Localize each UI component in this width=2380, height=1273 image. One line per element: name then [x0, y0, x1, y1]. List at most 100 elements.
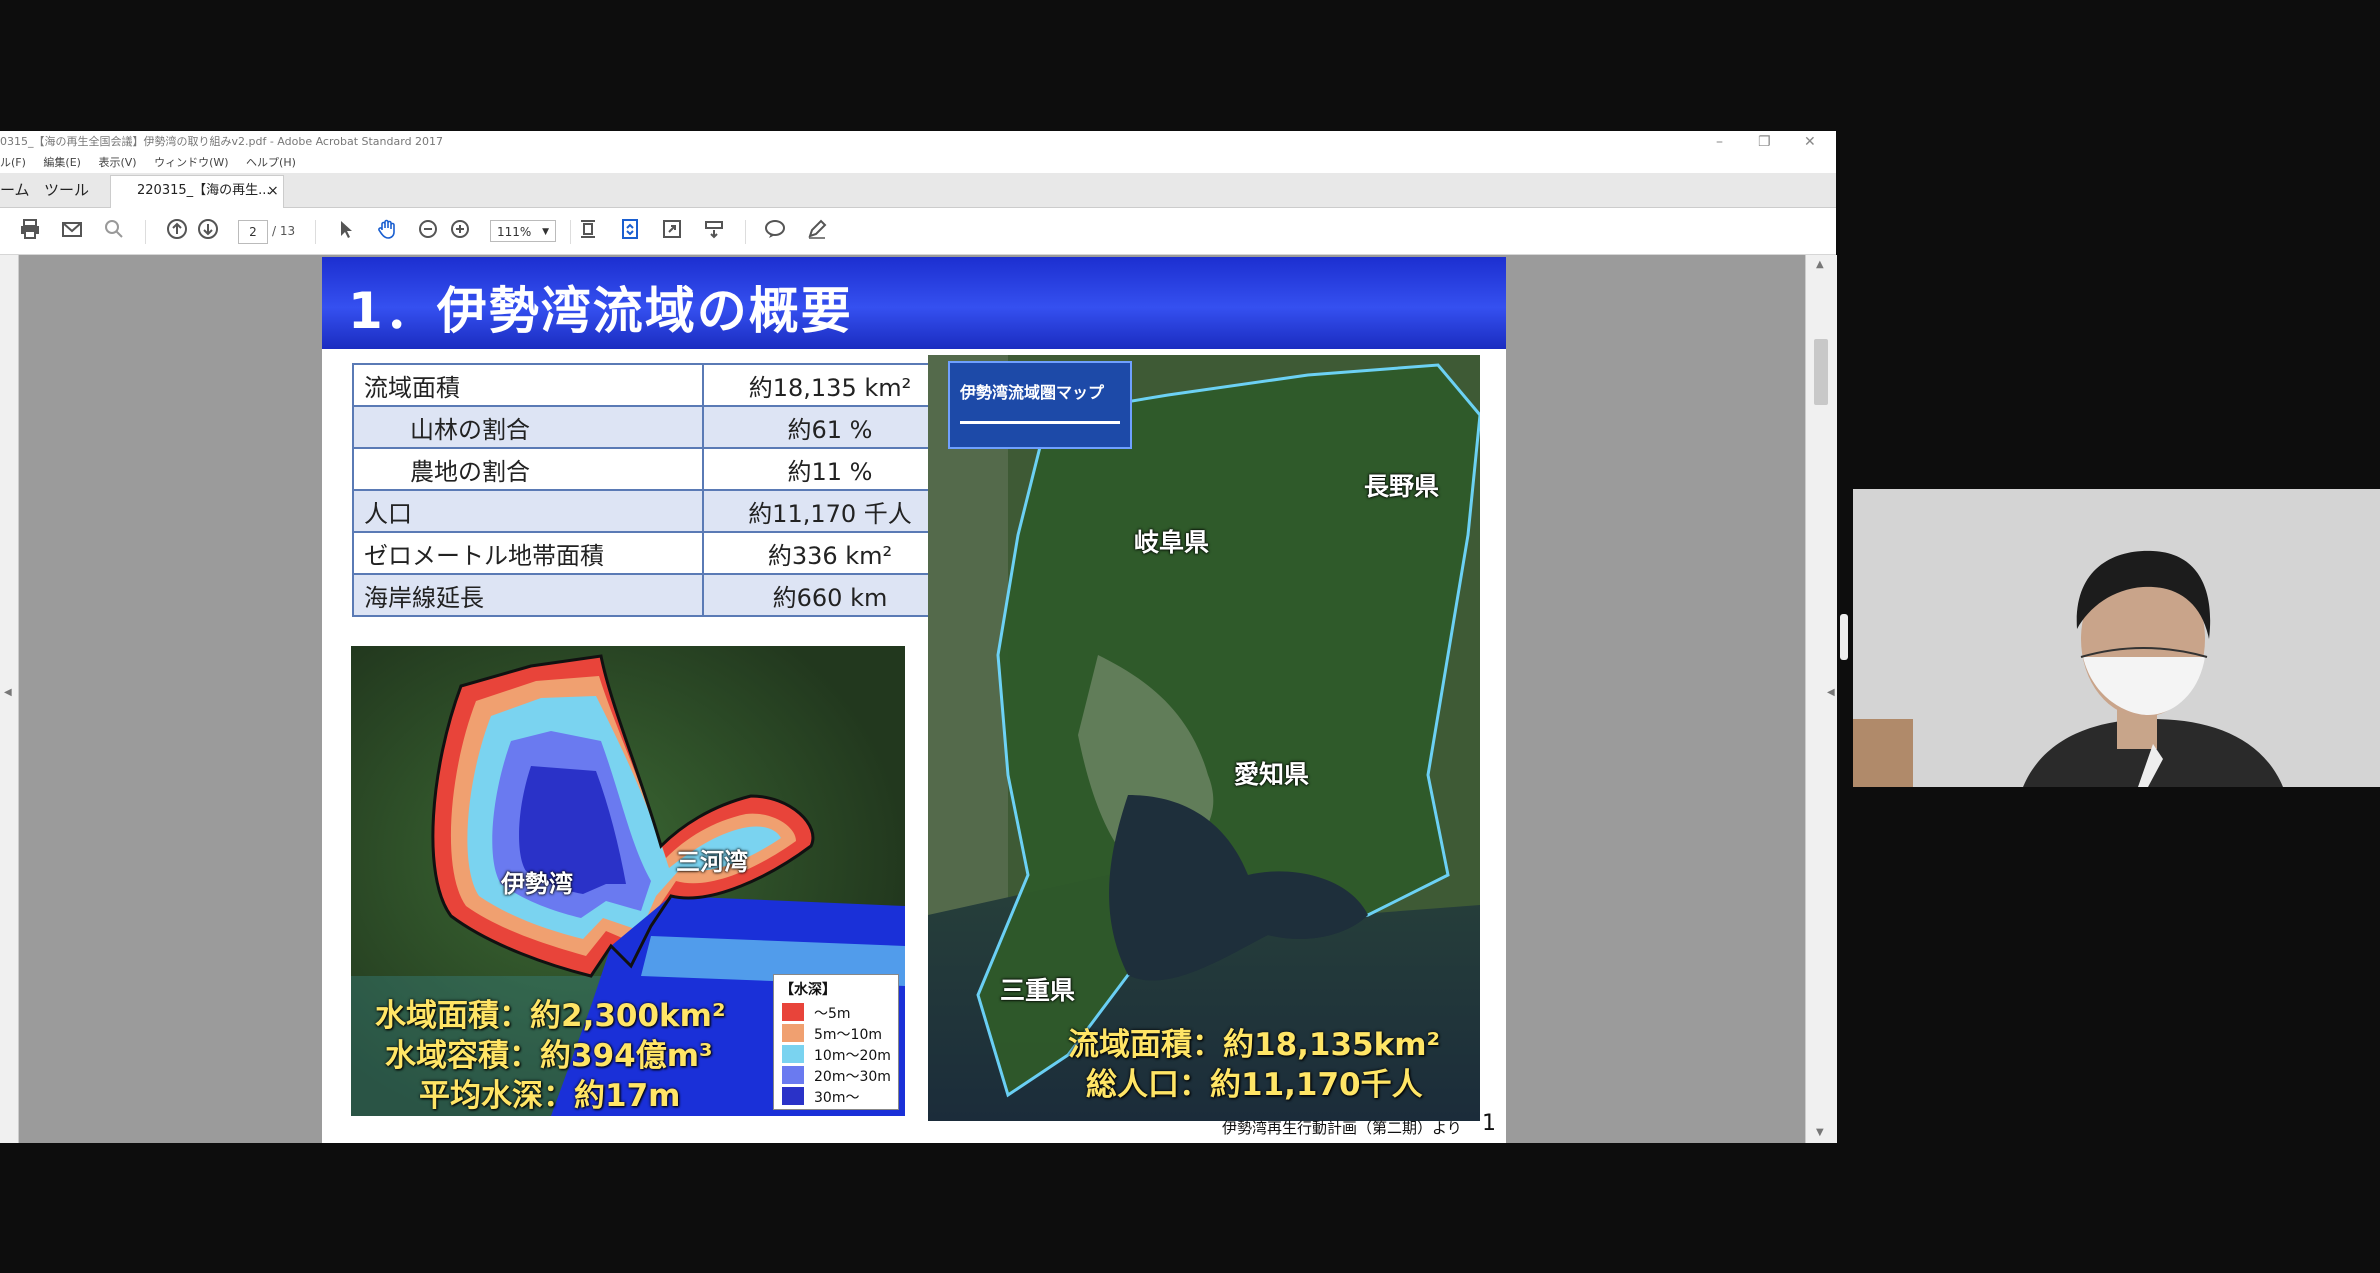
mie-label: 三重県	[1000, 976, 1076, 1005]
tab-tools[interactable]: ツール	[44, 173, 89, 207]
legend-label: 5m～10m	[814, 1027, 882, 1043]
page-number-input[interactable]: 2	[238, 220, 268, 244]
stats-label: 山林の割合	[352, 405, 704, 449]
separator	[145, 220, 146, 244]
basin-map: 伊勢湾流域圏マップ 岐阜県 長野県 愛知県 三重県 流域面積：約18,135km…	[928, 355, 1480, 1121]
close-window-button[interactable]: ✕	[1804, 131, 1816, 153]
email-icon[interactable]	[59, 218, 85, 244]
previous-page-icon[interactable]	[164, 218, 190, 244]
scroll-down-icon[interactable]: ▼	[1816, 1127, 1824, 1138]
webcam-video	[1853, 489, 2380, 787]
stats-value: 約61 %	[702, 405, 958, 449]
basin-map-badge-text: 伊勢湾流域圏マップ	[960, 383, 1105, 402]
legend-swatch	[782, 1045, 804, 1063]
legend-label: 20m～30m	[814, 1069, 891, 1085]
water-area-text: 水域面積：約2,300km²	[375, 998, 726, 1034]
legend-label: ～5m	[814, 1006, 851, 1022]
zoom-select[interactable]: 111% ▼	[490, 220, 556, 242]
document-viewer[interactable]: ◀ 1．伊勢湾流域の概要 流域面積 約18,135 km² 山林の割合 約61 % 農地…	[0, 255, 1837, 1143]
scale-bar	[960, 421, 1120, 424]
print-icon[interactable]	[17, 218, 43, 244]
stats-row: 農地の割合 約11 %	[352, 447, 958, 491]
zoom-value: 111%	[497, 225, 532, 239]
restore-button[interactable]: ❐	[1758, 131, 1771, 153]
full-screen-icon[interactable]	[659, 218, 685, 244]
panel-resize-handle[interactable]	[1840, 614, 1848, 660]
search-icon[interactable]	[101, 218, 127, 244]
comment-icon[interactable]	[762, 218, 788, 244]
slide-title: 1．伊勢湾流域の概要	[348, 282, 853, 340]
mikawa-bay-label: 三河湾	[676, 848, 748, 876]
legend-label: 10m～20m	[814, 1048, 891, 1064]
left-panel-strip[interactable]: ◀	[0, 255, 19, 1143]
chevron-down-icon: ▼	[542, 227, 549, 237]
zoom-in-icon[interactable]	[447, 218, 473, 244]
separator	[315, 220, 316, 244]
acrobat-window: 0315_【海の再生全国会議】伊勢湾の取り組みv2.pdf - Adobe Ac…	[0, 131, 1837, 1143]
legend-swatch	[782, 1003, 804, 1021]
gifu-label: 岐阜県	[1134, 528, 1210, 557]
stats-label: 人口	[352, 489, 704, 533]
next-page-icon[interactable]	[195, 218, 221, 244]
stats-value: 約18,135 km²	[702, 363, 958, 407]
stats-row: 山林の割合 約61 %	[352, 405, 958, 449]
nagano-label: 長野県	[1364, 472, 1440, 501]
stats-value: 約336 km²	[702, 531, 958, 575]
stats-value: 約11,170 千人	[702, 489, 958, 533]
presenter-image	[1853, 489, 2380, 787]
fit-page-icon[interactable]	[575, 218, 601, 244]
stats-label: 流域面積	[352, 363, 704, 407]
minimize-button[interactable]: –	[1716, 131, 1723, 153]
tab-close-icon[interactable]: ×	[267, 176, 279, 206]
ise-bay-label: 伊勢湾	[501, 870, 573, 898]
legend-title: 【水深】	[780, 982, 836, 998]
menu-edit[interactable]: 編集(E)	[43, 156, 81, 169]
slide-page-number: 1	[1482, 1111, 1496, 1136]
menu-help[interactable]: ヘルプ(H)	[246, 156, 296, 169]
stats-row: 流域面積 約18,135 km²	[352, 363, 958, 407]
zoom-out-icon[interactable]	[415, 218, 441, 244]
pdf-page: 1．伊勢湾流域の概要 流域面積 約18,135 km² 山林の割合 約61 % 農地の割…	[322, 257, 1506, 1143]
aichi-label: 愛知県	[1234, 760, 1310, 789]
menu-bar: ル(F) 編集(E) 表示(V) ウィンドウ(W) ヘルプ(H)	[0, 153, 1836, 173]
expand-left-panel-icon[interactable]: ◀	[4, 687, 12, 698]
vertical-scrollbar[interactable]: ▲ ◀ ▼	[1805, 255, 1837, 1143]
scroll-up-icon[interactable]: ▲	[1816, 259, 1824, 270]
scrollbar-thumb[interactable]	[1814, 339, 1828, 405]
stats-row: ゼロメートル地帯面積 約336 km²	[352, 531, 958, 575]
basin-map-badge: 伊勢湾流域圏マップ	[948, 361, 1132, 449]
legend-label: 30m～	[814, 1090, 860, 1106]
expand-right-panel-icon[interactable]: ◀	[1827, 687, 1835, 698]
average-depth-text: 平均水深：約17m	[419, 1078, 681, 1114]
basin-area-text: 流域面積：約18,135km²	[1068, 1027, 1441, 1063]
title-bar: 0315_【海の再生全国会議】伊勢湾の取り組みv2.pdf - Adobe Ac…	[0, 131, 1836, 153]
select-cursor-icon[interactable]	[333, 218, 359, 244]
stats-value: 約660 km	[702, 573, 958, 617]
bay-depth-map: 伊勢湾 三河湾 水域面積：約2,300km² 水域容積：約394億m³ 平均水深…	[351, 646, 905, 1116]
depth-legend: 【水深】 ～5m 5m～10m 10m～20m 20m～30m 30m～	[773, 974, 899, 1110]
tab-document-label: 220315_【海の再生...	[137, 183, 271, 198]
stats-value: 約11 %	[702, 447, 958, 491]
read-mode-icon[interactable]	[701, 218, 727, 244]
toolbar: 2 / 13 111% ▼	[0, 208, 1836, 255]
tab-document[interactable]: 220315_【海の再生... ×	[110, 175, 284, 208]
slide-header: 1．伊勢湾流域の概要	[322, 257, 1506, 349]
stats-table: 流域面積 約18,135 km² 山林の割合 約61 % 農地の割合 約11 % 人口 約11…	[352, 363, 958, 617]
separator	[745, 220, 746, 244]
population-text: 総人口：約11,170千人	[1086, 1067, 1423, 1103]
menu-window[interactable]: ウィンドウ(W)	[154, 156, 228, 169]
legend-swatch	[782, 1066, 804, 1084]
tab-bar: ーム ツール 220315_【海の再生... ×	[0, 173, 1836, 208]
menu-view[interactable]: 表示(V)	[98, 156, 136, 169]
window-title: 0315_【海の再生全国会議】伊勢湾の取り組みv2.pdf - Adobe Ac…	[0, 135, 444, 148]
separator	[570, 220, 571, 244]
page-count: / 13	[272, 224, 296, 238]
menu-file[interactable]: ル(F)	[0, 156, 26, 169]
source-note: 伊勢湾再生行動計画（第二期）より	[1222, 1119, 1462, 1137]
page-scroll-icon[interactable]	[617, 218, 643, 244]
tab-home[interactable]: ーム	[0, 173, 30, 207]
stats-label: 農地の割合	[352, 447, 704, 491]
legend-swatch	[782, 1087, 804, 1105]
pen-icon[interactable]	[804, 218, 830, 244]
hand-tool-icon[interactable]	[374, 218, 400, 244]
